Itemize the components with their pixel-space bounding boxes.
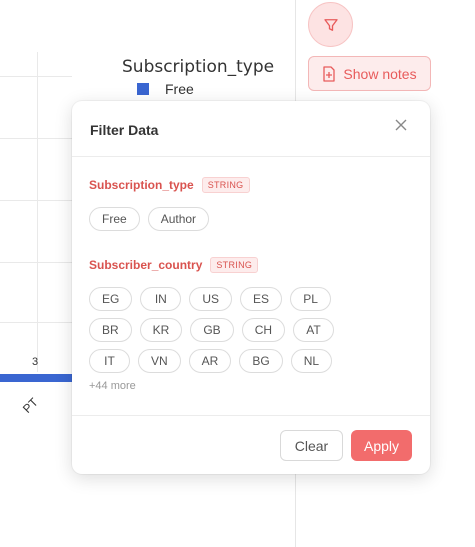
filter-chip[interactable]: BG: [239, 349, 283, 373]
section-name: Subscription_type: [89, 178, 194, 192]
legend-title: Subscription_type: [122, 57, 275, 77]
legend-swatch: [137, 83, 149, 95]
modal-footer: Clear Apply: [72, 415, 430, 474]
filter-chip[interactable]: Author: [147, 207, 210, 231]
clear-button[interactable]: Clear: [280, 430, 343, 461]
filter-button[interactable]: [308, 2, 353, 47]
add-note-icon: [323, 65, 336, 82]
grid-line-vertical: [37, 52, 38, 372]
section-header-subscriber-country: Subscriber_country STRING: [89, 257, 259, 273]
filter-chip[interactable]: AR: [188, 349, 232, 373]
grid-line-horizontal: [0, 322, 72, 323]
more-values-link[interactable]: +44 more: [89, 380, 136, 392]
filter-chip[interactable]: VN: [138, 349, 181, 373]
filter-chip[interactable]: US: [189, 287, 233, 311]
filter-chip[interactable]: GB: [190, 318, 234, 342]
filter-chip[interactable]: ES: [240, 287, 283, 311]
grid-line-horizontal: [0, 262, 72, 263]
type-badge: STRING: [201, 177, 250, 193]
apply-button[interactable]: Apply: [351, 430, 412, 461]
show-notes-button[interactable]: Show notes: [308, 56, 431, 91]
filter-icon: [323, 18, 338, 31]
filter-chip[interactable]: PL: [290, 287, 332, 311]
grid-line-horizontal: [0, 138, 72, 139]
bar-pt[interactable]: [0, 374, 72, 382]
filter-chip[interactable]: IN: [140, 287, 182, 311]
close-icon[interactable]: [394, 118, 408, 132]
section-name: Subscriber_country: [89, 258, 203, 272]
filter-chip[interactable]: EG: [89, 287, 133, 311]
filter-chip[interactable]: CH: [241, 318, 286, 342]
section-header-subscription-type: Subscription_type STRING: [89, 177, 250, 193]
modal-header: Filter Data: [72, 101, 430, 157]
filter-chip[interactable]: Free: [89, 207, 140, 231]
type-badge: STRING: [210, 257, 259, 273]
filter-chip[interactable]: BR: [89, 318, 132, 342]
chip-group-subscriber-country: EG IN US ES PL BR KR GB CH AT IT VN AR B…: [89, 287, 373, 392]
legend-item-free[interactable]: Free: [137, 81, 194, 97]
filter-chip[interactable]: KR: [139, 318, 183, 342]
filter-chip[interactable]: IT: [89, 349, 130, 373]
bar-value-label: 3: [32, 356, 39, 368]
show-notes-label: Show notes: [343, 65, 417, 82]
chip-group-subscription-type: Free Author: [89, 207, 379, 231]
grid-line-horizontal: [0, 200, 72, 201]
legend-item-label: Free: [165, 81, 194, 97]
modal-title: Filter Data: [90, 122, 159, 138]
grid-line-horizontal: [0, 76, 72, 77]
filter-chip[interactable]: AT: [293, 318, 335, 342]
x-tick-label: PT: [20, 395, 41, 416]
filter-data-modal: Filter Data Subscription_type STRING Fre…: [72, 101, 430, 474]
filter-chip[interactable]: NL: [290, 349, 333, 373]
